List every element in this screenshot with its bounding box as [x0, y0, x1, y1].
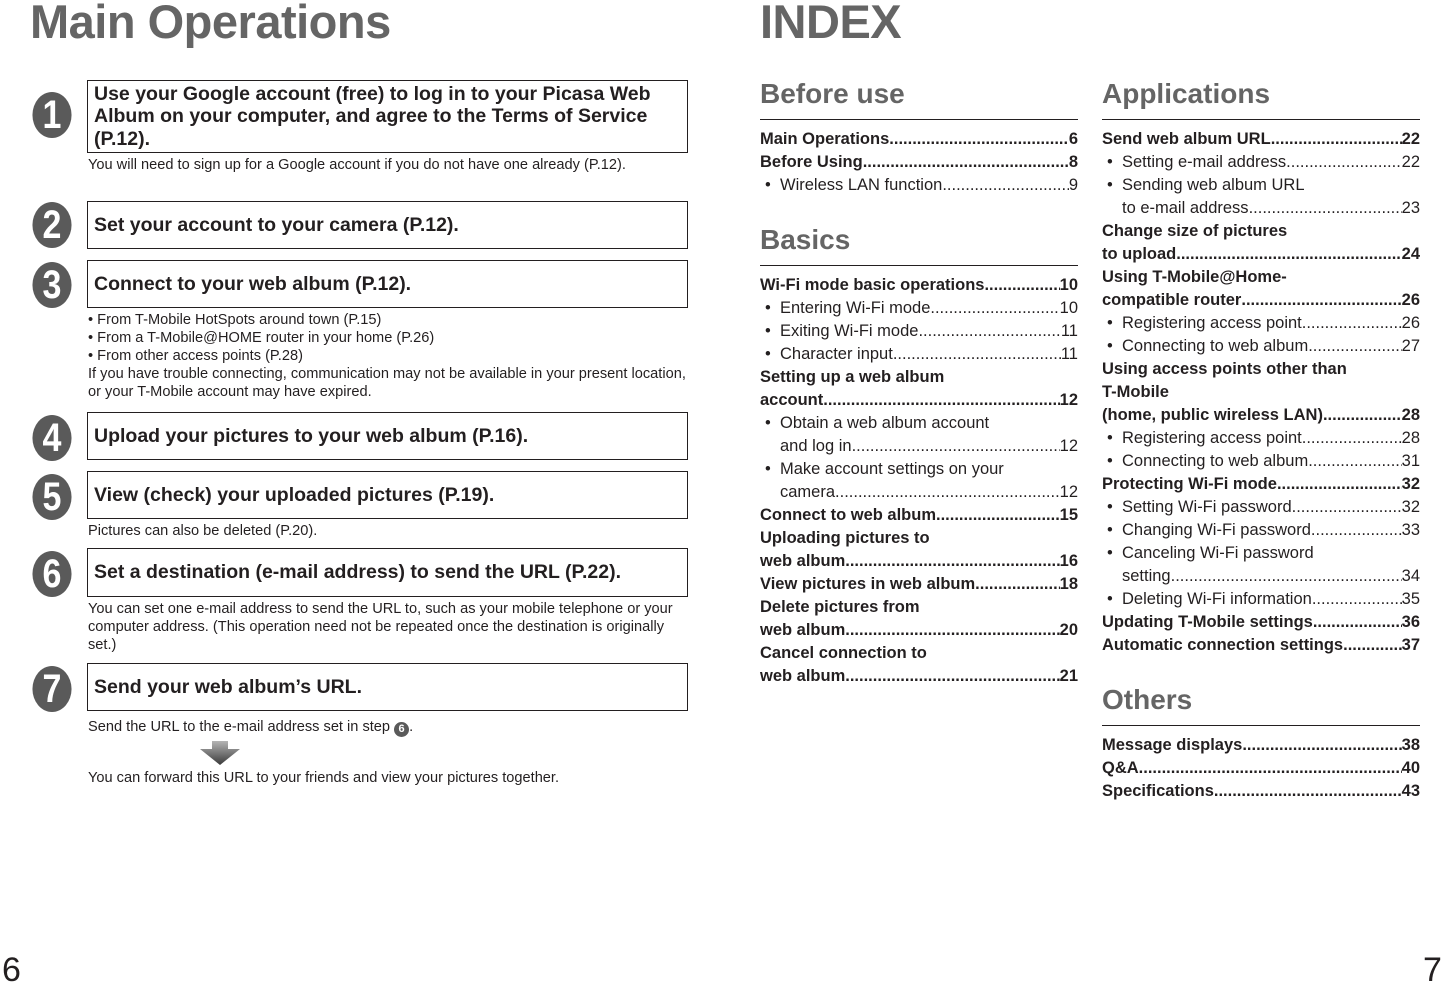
step-note-secondary: You can forward this URL to your friends…: [88, 770, 560, 786]
index-entry[interactable]: Using access points other than T-Mobile …: [1102, 358, 1420, 427]
index-entry[interactable]: Setting up a web album account12: [760, 366, 1078, 412]
section-divider: [760, 119, 1078, 120]
step-instruction-box: Upload your pictures to your web album (…: [87, 412, 688, 460]
index-entry[interactable]: Connecting to web album27: [1102, 335, 1420, 358]
index-entry[interactable]: Registering access point 26: [1102, 312, 1420, 335]
index-entry[interactable]: Character input11: [760, 343, 1078, 366]
index-entry[interactable]: Wireless LAN function 9: [760, 174, 1078, 197]
page-number-right: 7: [1423, 951, 1442, 989]
index-column-2: Applications Send web album URL22 Settin…: [1102, 77, 1420, 829]
index-entry[interactable]: Q&A40: [1102, 757, 1420, 780]
arrow-down-icon: [200, 741, 240, 765]
index-entry[interactable]: Registering access point 28: [1102, 427, 1420, 450]
step-instruction-box: Use your Google account (free) to log in…: [87, 80, 688, 153]
index-entry[interactable]: Main Operations 6: [760, 128, 1078, 151]
main-operations-title: Main Operations: [30, 0, 391, 48]
index-title: INDEX: [760, 0, 902, 48]
section-divider: [1102, 725, 1420, 726]
index-entry[interactable]: Using T-Mobile@Home- compatible router 2…: [1102, 266, 1420, 312]
index-section-basics: Basics Wi-Fi mode basic operations10 Ent…: [760, 223, 1078, 688]
index-entry[interactable]: Exiting Wi-Fi mode 11: [760, 320, 1078, 343]
index-section-before-use: Before use Main Operations 6 Before Usin…: [760, 77, 1078, 197]
section-divider: [1102, 119, 1420, 120]
index-entry[interactable]: Deleting Wi-Fi information 35: [1102, 588, 1420, 611]
index-entry[interactable]: Entering Wi-Fi mode10: [760, 297, 1078, 320]
step-number-badge: 2: [32, 202, 72, 248]
step-number-badge: 1: [32, 92, 72, 138]
index-entry[interactable]: Automatic connection settings37: [1102, 634, 1420, 657]
section-heading: Others: [1102, 684, 1193, 715]
index-entry[interactable]: Cancel connection to web album21: [760, 642, 1078, 688]
index-column-1: Before use Main Operations 6 Before Usin…: [760, 77, 1078, 714]
step-note: • From T-Mobile HotSpots around town (P.…: [88, 311, 688, 401]
step-instruction-box: Send your web album’s URL.: [87, 663, 688, 711]
index-entry[interactable]: Sending web album URL to e-mail address2…: [1102, 174, 1420, 220]
index-entry[interactable]: Setting e-mail address22: [1102, 151, 1420, 174]
index-entry[interactable]: Specifications 43: [1102, 780, 1420, 803]
index-section-others: Others Message displays38 Q&A40 Specific…: [1102, 683, 1420, 803]
section-heading: Applications: [1102, 78, 1271, 109]
step-number-badge: 3: [32, 262, 72, 308]
index-entry[interactable]: Changing Wi-Fi password 33: [1102, 519, 1420, 542]
step-number-badge: 6: [32, 551, 72, 597]
bullet-item: • From T-Mobile HotSpots around town (P.…: [88, 312, 382, 328]
step-note: Pictures can also be deleted (P.20).: [88, 523, 318, 539]
index-section-applications: Applications Send web album URL22 Settin…: [1102, 77, 1420, 657]
section-divider: [760, 265, 1078, 266]
page-number-left: 6: [2, 951, 21, 989]
index-entry[interactable]: View pictures in web album18: [760, 573, 1078, 596]
index-entry[interactable]: Protecting Wi-Fi mode 32: [1102, 473, 1420, 496]
index-entry[interactable]: Updating T-Mobile settings36: [1102, 611, 1420, 634]
step-6-reference-icon: 6: [394, 722, 410, 737]
index-entry[interactable]: Connect to web album 15: [760, 504, 1078, 527]
index-entry[interactable]: Setting Wi-Fi password32: [1102, 496, 1420, 519]
index-entry[interactable]: Delete pictures from web album20: [760, 596, 1078, 642]
step-number-badge: 5: [32, 474, 72, 520]
step-instruction-box: View (check) your uploaded pictures (P.1…: [87, 471, 688, 519]
index-entry[interactable]: Canceling Wi-Fi password setting34: [1102, 542, 1420, 588]
index-entry[interactable]: Message displays38: [1102, 734, 1420, 757]
step-note: You can set one e-mail address to send t…: [88, 601, 673, 653]
index-entry[interactable]: Wi-Fi mode basic operations10: [760, 274, 1078, 297]
step-number-badge: 7: [32, 666, 72, 712]
index-entry[interactable]: Connecting to web album31: [1102, 450, 1420, 473]
step-instruction-box: Set a destination (e-mail address) to se…: [87, 548, 688, 597]
step-number-badge: 4: [32, 415, 72, 461]
index-entry[interactable]: Send web album URL22: [1102, 128, 1420, 151]
step-note: Send the URL to the e-mail address set i…: [88, 719, 414, 737]
section-heading: Basics: [760, 224, 851, 255]
step-instruction-box: Connect to your web album (P.12).: [87, 260, 688, 308]
step-instruction-box: Set your account to your camera (P.12).: [87, 201, 688, 249]
note-text: If you have trouble connecting, communic…: [88, 366, 686, 400]
step-note: You will need to sign up for a Google ac…: [88, 157, 626, 173]
section-heading: Before use: [760, 78, 905, 109]
index-entry[interactable]: Make account settings on your camera12: [760, 458, 1078, 504]
index-entry[interactable]: Change size of pictures to upload 24: [1102, 220, 1420, 266]
index-entry[interactable]: Before Using 8: [760, 151, 1078, 174]
index-entry[interactable]: Obtain a web album account and log in12: [760, 412, 1078, 458]
index-entry[interactable]: Uploading pictures to web album16: [760, 527, 1078, 573]
bullet-item: • From a T-Mobile@HOME router in your ho…: [88, 330, 435, 346]
bullet-item: • From other access points (P.28): [88, 348, 303, 364]
